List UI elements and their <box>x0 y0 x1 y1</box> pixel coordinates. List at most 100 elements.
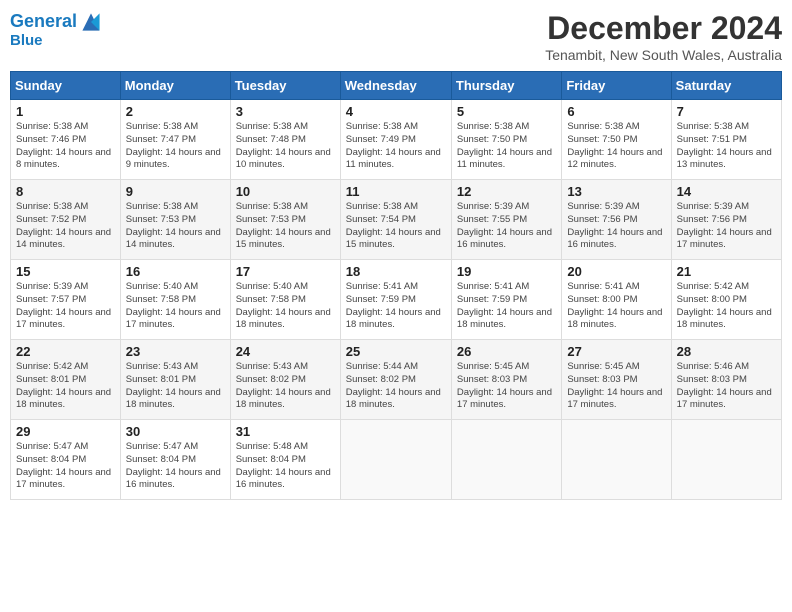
day-number: 3 <box>236 104 335 119</box>
day-info: Sunrise: 5:39 AMSunset: 7:56 PMDaylight:… <box>677 201 776 252</box>
day-info: Sunrise: 5:38 AMSunset: 7:50 PMDaylight:… <box>567 121 665 172</box>
day-number: 25 <box>346 344 446 359</box>
day-number: 30 <box>126 424 225 439</box>
day-info: Sunrise: 5:39 AMSunset: 7:56 PMDaylight:… <box>567 201 665 252</box>
weekday-header: Tuesday <box>230 72 340 100</box>
calendar-cell <box>671 420 781 500</box>
day-info: Sunrise: 5:38 AMSunset: 7:46 PMDaylight:… <box>16 121 115 172</box>
day-number: 7 <box>677 104 776 119</box>
day-number: 23 <box>126 344 225 359</box>
day-info: Sunrise: 5:38 AMSunset: 7:47 PMDaylight:… <box>126 121 225 172</box>
calendar-cell: 26 Sunrise: 5:45 AMSunset: 8:03 PMDayligh… <box>451 340 561 420</box>
logo: General Blue <box>10 10 103 49</box>
day-number: 27 <box>567 344 665 359</box>
calendar-cell <box>340 420 451 500</box>
day-number: 11 <box>346 184 446 199</box>
day-number: 17 <box>236 264 335 279</box>
day-number: 26 <box>457 344 556 359</box>
calendar-cell: 13 Sunrise: 5:39 AMSunset: 7:56 PMDayligh… <box>562 180 671 260</box>
day-info: Sunrise: 5:38 AMSunset: 7:51 PMDaylight:… <box>677 121 776 172</box>
calendar-cell: 28 Sunrise: 5:46 AMSunset: 8:03 PMDayligh… <box>671 340 781 420</box>
day-info: Sunrise: 5:41 AMSunset: 7:59 PMDaylight:… <box>457 281 556 332</box>
calendar-cell: 14 Sunrise: 5:39 AMSunset: 7:56 PMDayligh… <box>671 180 781 260</box>
day-info: Sunrise: 5:42 AMSunset: 8:00 PMDaylight:… <box>677 281 776 332</box>
calendar-cell: 1 Sunrise: 5:38 AMSunset: 7:46 PMDaylight… <box>11 100 121 180</box>
weekday-header: Monday <box>120 72 230 100</box>
calendar-cell: 8 Sunrise: 5:38 AMSunset: 7:52 PMDaylight… <box>11 180 121 260</box>
calendar-week-row: 1 Sunrise: 5:38 AMSunset: 7:46 PMDaylight… <box>11 100 782 180</box>
day-info: Sunrise: 5:38 AMSunset: 7:52 PMDaylight:… <box>16 201 115 252</box>
day-info: Sunrise: 5:38 AMSunset: 7:49 PMDaylight:… <box>346 121 446 172</box>
day-number: 31 <box>236 424 335 439</box>
calendar-cell <box>562 420 671 500</box>
calendar-cell: 22 Sunrise: 5:42 AMSunset: 8:01 PMDayligh… <box>11 340 121 420</box>
calendar-cell: 25 Sunrise: 5:44 AMSunset: 8:02 PMDayligh… <box>340 340 451 420</box>
day-number: 9 <box>126 184 225 199</box>
calendar-cell: 11 Sunrise: 5:38 AMSunset: 7:54 PMDayligh… <box>340 180 451 260</box>
weekday-header: Thursday <box>451 72 561 100</box>
calendar-cell: 3 Sunrise: 5:38 AMSunset: 7:48 PMDaylight… <box>230 100 340 180</box>
location: Tenambit, New South Wales, Australia <box>545 47 782 63</box>
calendar-week-row: 8 Sunrise: 5:38 AMSunset: 7:52 PMDaylight… <box>11 180 782 260</box>
day-info: Sunrise: 5:43 AMSunset: 8:01 PMDaylight:… <box>126 361 225 412</box>
day-number: 29 <box>16 424 115 439</box>
calendar-cell: 18 Sunrise: 5:41 AMSunset: 7:59 PMDayligh… <box>340 260 451 340</box>
day-info: Sunrise: 5:40 AMSunset: 7:58 PMDaylight:… <box>236 281 335 332</box>
day-info: Sunrise: 5:41 AMSunset: 7:59 PMDaylight:… <box>346 281 446 332</box>
day-number: 24 <box>236 344 335 359</box>
day-number: 8 <box>16 184 115 199</box>
month-title: December 2024 <box>545 10 782 47</box>
day-number: 19 <box>457 264 556 279</box>
day-number: 28 <box>677 344 776 359</box>
calendar-cell: 29Sunrise: 5:47 AMSunset: 8:04 PMDayligh… <box>11 420 121 500</box>
day-number: 20 <box>567 264 665 279</box>
calendar-cell: 21 Sunrise: 5:42 AMSunset: 8:00 PMDayligh… <box>671 260 781 340</box>
day-number: 13 <box>567 184 665 199</box>
day-number: 21 <box>677 264 776 279</box>
day-info: Sunrise: 5:39 AMSunset: 7:55 PMDaylight:… <box>457 201 556 252</box>
calendar-cell: 7 Sunrise: 5:38 AMSunset: 7:51 PMDaylight… <box>671 100 781 180</box>
day-info: Sunrise: 5:38 AMSunset: 7:53 PMDaylight:… <box>126 201 225 252</box>
day-number: 18 <box>346 264 446 279</box>
day-number: 10 <box>236 184 335 199</box>
day-info: Sunrise: 5:43 AMSunset: 8:02 PMDaylight:… <box>236 361 335 412</box>
calendar-cell: 9 Sunrise: 5:38 AMSunset: 7:53 PMDaylight… <box>120 180 230 260</box>
day-info: Sunrise: 5:45 AMSunset: 8:03 PMDaylight:… <box>567 361 665 412</box>
calendar-cell: 5Sunrise: 5:38 AMSunset: 7:50 PMDaylight… <box>451 100 561 180</box>
calendar-cell: 27 Sunrise: 5:45 AMSunset: 8:03 PMDayligh… <box>562 340 671 420</box>
day-number: 2 <box>126 104 225 119</box>
calendar-cell: 20Sunrise: 5:41 AMSunset: 8:00 PMDayligh… <box>562 260 671 340</box>
weekday-header: Sunday <box>11 72 121 100</box>
weekday-header: Friday <box>562 72 671 100</box>
calendar-cell: 30 Sunrise: 5:47 AMSunset: 8:04 PMDayligh… <box>120 420 230 500</box>
calendar-cell: 12 Sunrise: 5:39 AMSunset: 7:55 PMDayligh… <box>451 180 561 260</box>
day-number: 22 <box>16 344 115 359</box>
calendar-cell: 4Sunrise: 5:38 AMSunset: 7:49 PMDaylight… <box>340 100 451 180</box>
day-info: Sunrise: 5:46 AMSunset: 8:03 PMDaylight:… <box>677 361 776 412</box>
day-number: 14 <box>677 184 776 199</box>
calendar-cell: 10 Sunrise: 5:38 AMSunset: 7:53 PMDayligh… <box>230 180 340 260</box>
day-info: Sunrise: 5:38 AMSunset: 7:53 PMDaylight:… <box>236 201 335 252</box>
day-info: Sunrise: 5:40 AMSunset: 7:58 PMDaylight:… <box>126 281 225 332</box>
day-info: Sunrise: 5:38 AMSunset: 7:48 PMDaylight:… <box>236 121 335 172</box>
day-number: 12 <box>457 184 556 199</box>
calendar-header-row: SundayMondayTuesdayWednesdayThursdayFrid… <box>11 72 782 100</box>
logo-blue: Blue <box>10 32 103 49</box>
calendar-cell: 19 Sunrise: 5:41 AMSunset: 7:59 PMDayligh… <box>451 260 561 340</box>
day-info: Sunrise: 5:45 AMSunset: 8:03 PMDaylight:… <box>457 361 556 412</box>
day-info: Sunrise: 5:47 AMSunset: 8:04 PMDaylight:… <box>126 441 225 492</box>
day-info: Sunrise: 5:38 AMSunset: 7:54 PMDaylight:… <box>346 201 446 252</box>
day-info: Sunrise: 5:42 AMSunset: 8:01 PMDaylight:… <box>16 361 115 412</box>
calendar-week-row: 22 Sunrise: 5:42 AMSunset: 8:01 PMDayligh… <box>11 340 782 420</box>
day-number: 16 <box>126 264 225 279</box>
calendar-cell: 24 Sunrise: 5:43 AMSunset: 8:02 PMDayligh… <box>230 340 340 420</box>
day-number: 15 <box>16 264 115 279</box>
day-number: 6 <box>567 104 665 119</box>
logo-text: General <box>10 10 103 34</box>
day-number: 5 <box>457 104 556 119</box>
weekday-header: Saturday <box>671 72 781 100</box>
calendar-cell: 6 Sunrise: 5:38 AMSunset: 7:50 PMDaylight… <box>562 100 671 180</box>
day-info: Sunrise: 5:44 AMSunset: 8:02 PMDaylight:… <box>346 361 446 412</box>
calendar-table: SundayMondayTuesdayWednesdayThursdayFrid… <box>10 71 782 500</box>
day-number: 1 <box>16 104 115 119</box>
